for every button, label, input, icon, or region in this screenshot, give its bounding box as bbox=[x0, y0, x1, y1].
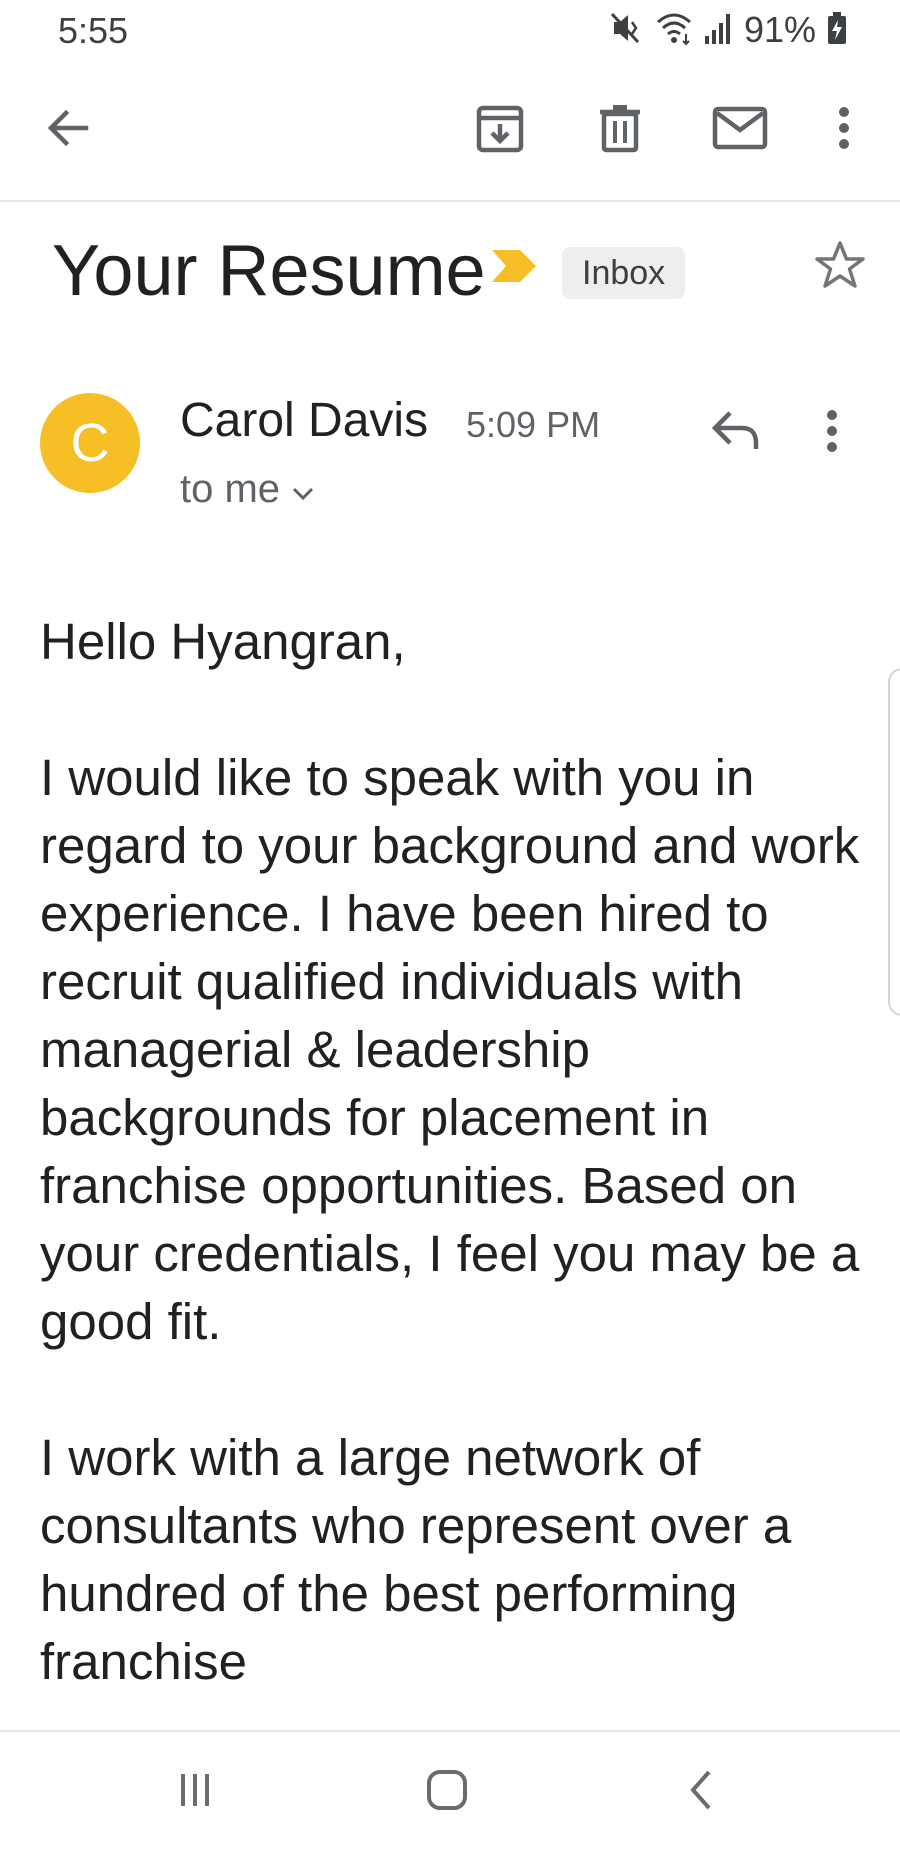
home-button[interactable] bbox=[407, 1762, 487, 1822]
star-icon[interactable] bbox=[812, 238, 868, 299]
inbox-label-chip[interactable]: Inbox bbox=[562, 247, 686, 299]
chevron-down-icon bbox=[292, 467, 314, 512]
archive-button[interactable] bbox=[466, 96, 534, 164]
body-paragraph: Hello Hyangran, bbox=[40, 613, 406, 670]
more-options-button[interactable] bbox=[810, 96, 878, 164]
battery-charging-icon bbox=[826, 10, 848, 51]
sent-time: 5:09 PM bbox=[466, 404, 601, 445]
message-more-button[interactable] bbox=[826, 409, 838, 458]
email-subject: Your Resume bbox=[52, 231, 486, 311]
back-button[interactable] bbox=[34, 96, 102, 164]
subject-row: Your Resume Inbox bbox=[0, 222, 900, 322]
reply-icon bbox=[710, 411, 762, 455]
navigation-bar bbox=[0, 1730, 900, 1852]
back-arrow-icon bbox=[44, 104, 92, 157]
avatar[interactable]: C bbox=[40, 393, 140, 493]
wifi-icon bbox=[654, 10, 694, 51]
importance-marker-icon[interactable] bbox=[490, 248, 538, 289]
more-vert-icon bbox=[826, 410, 838, 457]
more-vert-icon bbox=[838, 106, 850, 155]
back-icon bbox=[685, 1768, 715, 1817]
mark-unread-button[interactable] bbox=[706, 96, 774, 164]
status-time: 5:55 bbox=[58, 10, 129, 51]
recent-apps-button[interactable] bbox=[155, 1762, 235, 1822]
mark-unread-icon bbox=[712, 104, 768, 157]
mute-icon bbox=[608, 10, 644, 51]
archive-icon bbox=[474, 102, 526, 159]
recipient-label: to me bbox=[180, 467, 281, 511]
body-paragraph: I work with a large network of consultan… bbox=[40, 1429, 792, 1690]
recipient-details-toggle[interactable]: to me bbox=[180, 467, 314, 512]
scroll-handle[interactable] bbox=[888, 668, 900, 1016]
battery-percentage: 91% bbox=[743, 9, 816, 50]
delete-icon bbox=[594, 102, 646, 159]
body-paragraph: I would like to speak with you in regard… bbox=[40, 749, 860, 1350]
reply-button[interactable] bbox=[710, 407, 762, 456]
email-body: Hello Hyangran, I would like to speak wi… bbox=[40, 608, 870, 1728]
status-bar: 5:55 91% bbox=[0, 0, 900, 60]
home-icon bbox=[425, 1768, 469, 1817]
status-icons: 91% bbox=[608, 8, 848, 52]
email-toolbar bbox=[0, 60, 900, 202]
recent-apps-icon bbox=[175, 1770, 215, 1815]
signal-icon bbox=[704, 10, 734, 51]
delete-button[interactable] bbox=[586, 96, 654, 164]
sender-name: Carol Davis bbox=[180, 394, 429, 447]
sender-row: C Carol Davis 5:09 PM to me bbox=[0, 385, 900, 525]
system-back-button[interactable] bbox=[660, 1762, 740, 1822]
